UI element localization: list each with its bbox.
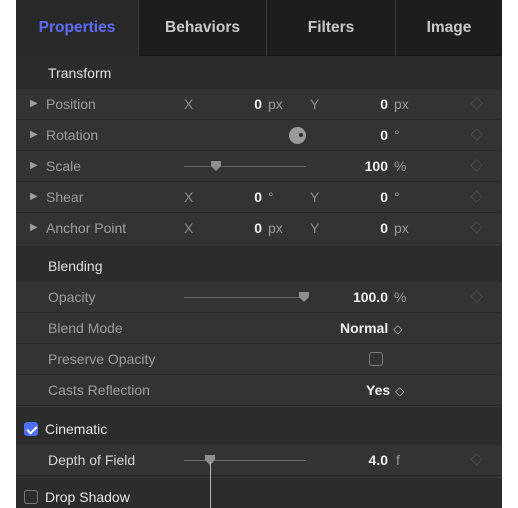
keyframe-diamond-icon[interactable] <box>470 159 483 172</box>
position-y-value[interactable]: 0 <box>346 89 388 119</box>
cinematic-checkbox[interactable] <box>24 422 38 436</box>
callout-leader-line <box>210 462 211 508</box>
unit-label: ° <box>394 127 400 143</box>
param-row-blend-mode: Blend Mode Normal ◇ <box>16 313 502 344</box>
axis-label-y: Y <box>310 220 320 236</box>
position-x-value[interactable]: 0 <box>226 89 262 119</box>
anchor-y-value[interactable]: 0 <box>346 213 388 243</box>
param-row-opacity: Opacity 100.0 % <box>16 282 502 313</box>
drop-shadow-checkbox[interactable] <box>24 490 38 504</box>
popup-value: Normal <box>340 320 389 336</box>
section-divider <box>16 244 502 245</box>
axis-label-x: X <box>184 220 194 236</box>
drop-shadow-label: Drop Shadow <box>45 489 130 505</box>
blend-mode-popup[interactable]: Normal ◇ <box>340 313 402 343</box>
casts-reflection-popup[interactable]: Yes ◇ <box>366 375 404 405</box>
opacity-value[interactable]: 100.0 <box>334 282 388 312</box>
keyframe-diamond-icon[interactable] <box>470 190 483 203</box>
disclosure-triangle-icon[interactable]: ▶ <box>30 182 38 212</box>
axis-label-x: X <box>184 189 194 205</box>
keyframe-diamond-icon[interactable] <box>470 128 483 141</box>
tab-behaviors[interactable]: Behaviors <box>139 0 266 56</box>
param-label: Opacity <box>48 289 96 305</box>
param-label: Casts Reflection <box>48 382 150 398</box>
param-label: Depth of Field <box>48 452 136 468</box>
keyframe-diamond-icon[interactable] <box>470 453 483 466</box>
rotation-value[interactable]: 0 <box>346 120 388 150</box>
popup-chevron-icon: ◇ <box>395 384 405 398</box>
depth-of-field-value[interactable]: 4.0 <box>346 445 388 475</box>
disclosure-triangle-icon[interactable]: ▶ <box>30 89 38 119</box>
inspector-tab-bar: Properties Behaviors Filters Image <box>16 0 502 56</box>
rotation-dial[interactable] <box>289 127 306 144</box>
axis-label-x: X <box>184 96 194 112</box>
section-divider <box>16 477 502 478</box>
opacity-slider-track[interactable] <box>184 297 306 298</box>
param-label: Position <box>46 96 96 112</box>
param-label: Anchor Point <box>46 220 127 236</box>
depth-of-field-slider-track[interactable] <box>184 460 306 461</box>
disclosure-triangle-icon[interactable]: ▶ <box>30 120 38 150</box>
axis-label-y: Y <box>310 189 320 205</box>
popup-chevron-icon: ◇ <box>393 322 403 336</box>
tab-image[interactable]: Image <box>396 0 502 56</box>
cinematic-group-header: Cinematic <box>16 413 502 445</box>
drop-shadow-group-header: Drop Shadow <box>16 481 502 508</box>
section-divider <box>16 406 502 407</box>
cinematic-label: Cinematic <box>45 421 108 437</box>
param-label: Scale <box>46 158 82 174</box>
keyframe-diamond-icon[interactable] <box>470 221 483 234</box>
param-row-anchor-point: ▶ Anchor Point X 0 px Y 0 px <box>16 213 502 244</box>
opacity-slider-thumb[interactable] <box>299 292 309 302</box>
param-row-scale: ▶ Scale 100 % <box>16 151 502 182</box>
dial-indicator-icon <box>299 133 303 137</box>
scale-slider-track[interactable] <box>184 166 306 167</box>
unit-label: % <box>394 158 407 174</box>
param-row-preserve-opacity: Preserve Opacity <box>16 344 502 375</box>
preserve-opacity-checkbox[interactable] <box>369 352 383 366</box>
scale-slider-thumb[interactable] <box>211 161 221 171</box>
shear-y-value[interactable]: 0 <box>346 182 388 212</box>
unit-label: f <box>396 452 400 468</box>
inspector-panel: Properties Behaviors Filters Image Trans… <box>16 0 502 508</box>
disclosure-triangle-icon[interactable]: ▶ <box>30 213 38 243</box>
unit-label: px <box>394 96 409 112</box>
unit-label: ° <box>268 189 274 205</box>
keyframe-diamond-icon[interactable] <box>470 290 483 303</box>
param-row-position: ▶ Position X 0 px Y 0 px <box>16 89 502 120</box>
unit-label: px <box>394 220 409 236</box>
param-label: Preserve Opacity <box>48 351 156 367</box>
anchor-x-value[interactable]: 0 <box>226 213 262 243</box>
scale-value[interactable]: 100 <box>346 151 388 181</box>
section-header-transform: Transform <box>16 57 502 89</box>
unit-label: ° <box>394 189 400 205</box>
unit-label: % <box>394 289 407 305</box>
param-row-casts-reflection: Casts Reflection Yes ◇ <box>16 375 502 406</box>
shear-x-value[interactable]: 0 <box>226 182 262 212</box>
param-label: Shear <box>46 189 84 205</box>
param-label: Blend Mode <box>48 320 123 336</box>
keyframe-diamond-icon[interactable] <box>470 97 483 110</box>
unit-label: px <box>268 220 283 236</box>
param-row-shear: ▶ Shear X 0 ° Y 0 ° <box>16 182 502 213</box>
param-row-depth-of-field: Depth of Field 4.0 f <box>16 445 502 476</box>
param-label: Rotation <box>46 127 99 143</box>
tab-properties[interactable]: Properties <box>16 0 138 56</box>
axis-label-y: Y <box>310 96 320 112</box>
section-header-blending: Blending <box>16 250 502 282</box>
tab-filters[interactable]: Filters <box>267 0 395 56</box>
unit-label: px <box>268 96 283 112</box>
popup-value: Yes <box>366 382 391 398</box>
param-row-rotation: ▶ Rotation 0 ° <box>16 120 502 151</box>
disclosure-triangle-icon[interactable]: ▶ <box>30 151 38 181</box>
